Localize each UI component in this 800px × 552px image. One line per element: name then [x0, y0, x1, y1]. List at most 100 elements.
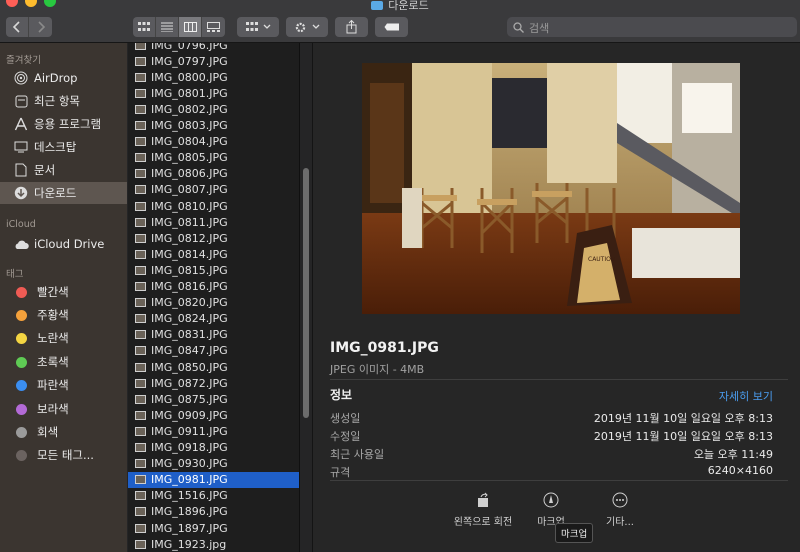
info-key: 수정일 — [330, 430, 361, 443]
file-row[interactable]: IMG_0911.JPG — [128, 423, 299, 439]
sidebar-item-icloud-drive[interactable]: iCloud Drive — [0, 233, 127, 255]
image-file-icon — [135, 72, 146, 82]
file-row[interactable]: IMG_0797.JPG — [128, 53, 299, 69]
file-row[interactable]: IMG_0810.JPG — [128, 198, 299, 214]
list-view-button[interactable] — [156, 17, 179, 37]
file-row[interactable]: IMG_0807.JPG — [128, 182, 299, 198]
image-file-icon — [135, 507, 146, 517]
sidebar-tag-gray[interactable]: 회색 — [0, 421, 127, 443]
info-row-last-opened: 최근 사용일 오늘 오후 11:49 — [330, 446, 773, 462]
file-row[interactable]: IMG_0824.JPG — [128, 311, 299, 327]
tag-icon — [384, 23, 399, 31]
file-row[interactable]: IMG_0930.JPG — [128, 456, 299, 472]
rotate-left-icon — [474, 491, 492, 509]
file-row[interactable]: IMG_1923.jpg — [128, 536, 299, 552]
downloads-icon — [13, 185, 29, 201]
image-file-icon — [135, 169, 146, 179]
sidebar-tag-red[interactable]: 빨간색 — [0, 281, 127, 303]
tag-color-dot — [16, 403, 27, 415]
sidebar: 즐겨찾기 AirDrop 최근 항목 응용 프로그램 데스크탑 문서 다운로드 … — [0, 43, 127, 552]
sidebar-tag-green[interactable]: 초록색 — [0, 351, 127, 373]
search-input[interactable] — [527, 18, 791, 38]
file-row-selected[interactable]: IMG_0981.JPG — [128, 471, 299, 488]
sidebar-item-airdrop[interactable]: AirDrop — [0, 67, 127, 89]
forward-icon — [37, 21, 45, 33]
gear-icon — [295, 22, 306, 32]
icon-view-button[interactable] — [133, 17, 156, 37]
file-row[interactable]: IMG_0875.JPG — [128, 391, 299, 407]
file-name: IMG_0918.JPG — [151, 441, 228, 454]
info-value: 2019년 11월 10일 일요일 오후 8:13 — [593, 430, 773, 443]
file-row[interactable]: IMG_0803.JPG — [128, 118, 299, 134]
file-name: IMG_0802.JPG — [151, 102, 228, 116]
file-name: IMG_0811.JPG — [151, 215, 228, 229]
column-scrollbar[interactable] — [300, 43, 313, 552]
share-button[interactable] — [335, 17, 368, 37]
file-row[interactable]: IMG_0806.JPG — [128, 166, 299, 182]
tag-color-dot — [16, 332, 27, 344]
sidebar-item-documents[interactable]: 문서 — [0, 159, 127, 181]
sidebar-item-recents[interactable]: 최근 항목 — [0, 90, 127, 112]
sidebar-tag-purple[interactable]: 보라색 — [0, 398, 127, 420]
file-row[interactable]: IMG_1897.JPG — [128, 520, 299, 536]
sidebar-item-label: 초록색 — [37, 355, 69, 369]
gallery-view-button[interactable] — [202, 17, 225, 37]
file-row[interactable]: IMG_0831.JPG — [128, 327, 299, 343]
more-icon — [611, 491, 629, 509]
show-more-link[interactable]: 자세히 보기 — [719, 388, 773, 404]
file-name: IMG_0804.JPG — [151, 135, 228, 149]
sidebar-item-downloads[interactable]: 다운로드 — [0, 182, 127, 204]
view-switcher — [133, 17, 225, 37]
file-row[interactable]: IMG_0796.JPG — [128, 43, 299, 53]
folder-icon — [371, 1, 384, 10]
group-button[interactable] — [237, 17, 279, 37]
document-icon — [13, 162, 29, 178]
airdrop-icon — [13, 70, 29, 86]
file-row[interactable]: IMG_0820.JPG — [128, 295, 299, 311]
forward-button[interactable] — [29, 17, 52, 37]
more-actions-button[interactable]: 기타... — [603, 491, 637, 528]
file-row[interactable]: IMG_0811.JPG — [128, 214, 299, 230]
file-row[interactable]: IMG_0800.JPG — [128, 69, 299, 85]
file-row[interactable]: IMG_0812.JPG — [128, 230, 299, 246]
image-file-icon — [135, 475, 146, 485]
image-file-icon — [135, 282, 146, 291]
file-name: IMG_0909.JPG — [151, 408, 228, 422]
file-row[interactable]: IMG_1896.JPG — [128, 504, 299, 520]
back-button[interactable] — [6, 17, 29, 37]
file-row[interactable]: IMG_0909.JPG — [128, 407, 299, 423]
chevron-down-icon — [312, 24, 320, 29]
file-row[interactable]: IMG_0850.JPG — [128, 359, 299, 375]
file-row[interactable]: IMG_0872.JPG — [128, 375, 299, 391]
rotate-left-button[interactable]: 왼쪽으로 회전 — [453, 491, 513, 528]
file-row[interactable]: IMG_1516.JPG — [128, 488, 299, 504]
sidebar-section-icloud: iCloud — [6, 219, 36, 230]
sidebar-all-tags[interactable]: 모든 태그... — [0, 444, 127, 466]
file-row[interactable]: IMG_0814.JPG — [128, 246, 299, 262]
file-name: IMG_0814.JPG — [151, 247, 228, 261]
tag-color-dot — [16, 426, 27, 438]
sidebar-item-label: 모든 태그... — [37, 448, 94, 462]
sidebar-item-desktop[interactable]: 데스크탑 — [0, 136, 127, 158]
action-button[interactable] — [286, 17, 328, 37]
sidebar-tag-blue[interactable]: 파란색 — [0, 374, 127, 396]
scrollbar-thumb[interactable] — [303, 168, 309, 418]
search-field[interactable] — [507, 17, 797, 38]
sidebar-item-label: 응용 프로그램 — [34, 117, 102, 131]
file-row[interactable]: IMG_0918.JPG — [128, 440, 299, 456]
file-row[interactable]: IMG_0801.JPG — [128, 85, 299, 101]
file-row[interactable]: IMG_0815.JPG — [128, 262, 299, 278]
file-row[interactable]: IMG_0816.JPG — [128, 279, 299, 295]
columns-icon — [183, 22, 197, 32]
tag-button[interactable] — [375, 17, 408, 37]
column-view-button[interactable] — [179, 17, 202, 37]
sidebar-tag-orange[interactable]: 주황색 — [0, 304, 127, 326]
sidebar-tag-yellow[interactable]: 노란색 — [0, 327, 127, 349]
file-name: IMG_0803.JPG — [151, 119, 228, 132]
file-row[interactable]: IMG_0804.JPG — [128, 134, 299, 150]
file-row[interactable]: IMG_0847.JPG — [128, 343, 299, 359]
info-row-dimensions: 규격 6240×4160 — [330, 464, 773, 480]
sidebar-item-applications[interactable]: 응용 프로그램 — [0, 113, 127, 135]
file-row[interactable]: IMG_0805.JPG — [128, 150, 299, 166]
file-row[interactable]: IMG_0802.JPG — [128, 101, 299, 117]
